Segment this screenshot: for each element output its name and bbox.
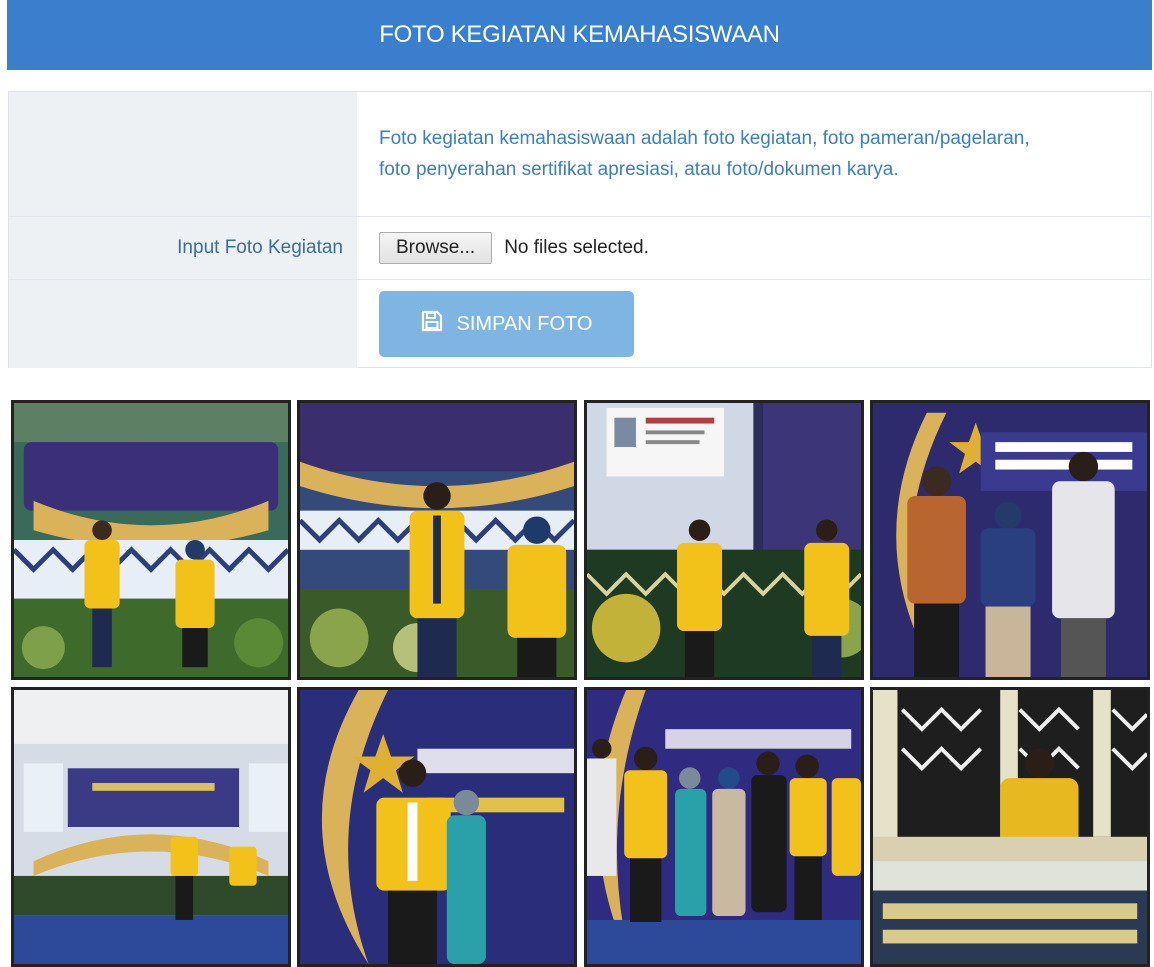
page-title: FOTO KEGIATAN KEMAHASISWAAN bbox=[379, 21, 780, 48]
file-status-text: No files selected. bbox=[504, 237, 649, 258]
browse-button[interactable]: Browse... bbox=[379, 232, 493, 264]
submit-cell: SIMPAN FOTO bbox=[357, 280, 1151, 368]
photo-thumbnail-4[interactable] bbox=[870, 400, 1150, 680]
input-foto-label: Input Foto Kegiatan bbox=[9, 217, 357, 279]
photo-thumbnail-1[interactable] bbox=[11, 400, 291, 680]
floppy-disk-icon bbox=[421, 310, 443, 338]
photo-thumbnail-5[interactable] bbox=[11, 687, 291, 967]
description-row-value: Foto kegiatan kemahasiswaan adalah foto … bbox=[357, 92, 1151, 216]
file-input-cell: Browse... No files selected. bbox=[357, 217, 1151, 279]
upload-form: Foto kegiatan kemahasiswaan adalah foto … bbox=[8, 91, 1152, 368]
photo-thumbnail-2[interactable] bbox=[297, 400, 577, 680]
submit-row-label bbox=[9, 280, 357, 368]
submit-row: SIMPAN FOTO bbox=[9, 279, 1151, 368]
photo-thumbnail-6[interactable] bbox=[297, 687, 577, 967]
photo-thumbnail-7[interactable] bbox=[584, 687, 864, 967]
description-row: Foto kegiatan kemahasiswaan adalah foto … bbox=[9, 92, 1151, 216]
photo-thumbnail-3[interactable] bbox=[584, 400, 864, 680]
simpan-foto-label: SIMPAN FOTO bbox=[456, 312, 593, 335]
description-row-label bbox=[9, 92, 357, 216]
photo-thumbnail-8[interactable] bbox=[870, 687, 1150, 967]
file-input-row: Input Foto Kegiatan Browse... No files s… bbox=[9, 216, 1151, 279]
simpan-foto-button[interactable]: SIMPAN FOTO bbox=[379, 291, 634, 357]
page-header: FOTO KEGIATAN KEMAHASISWAAN bbox=[7, 0, 1152, 70]
form-description: Foto kegiatan kemahasiswaan adalah foto … bbox=[379, 128, 1030, 180]
